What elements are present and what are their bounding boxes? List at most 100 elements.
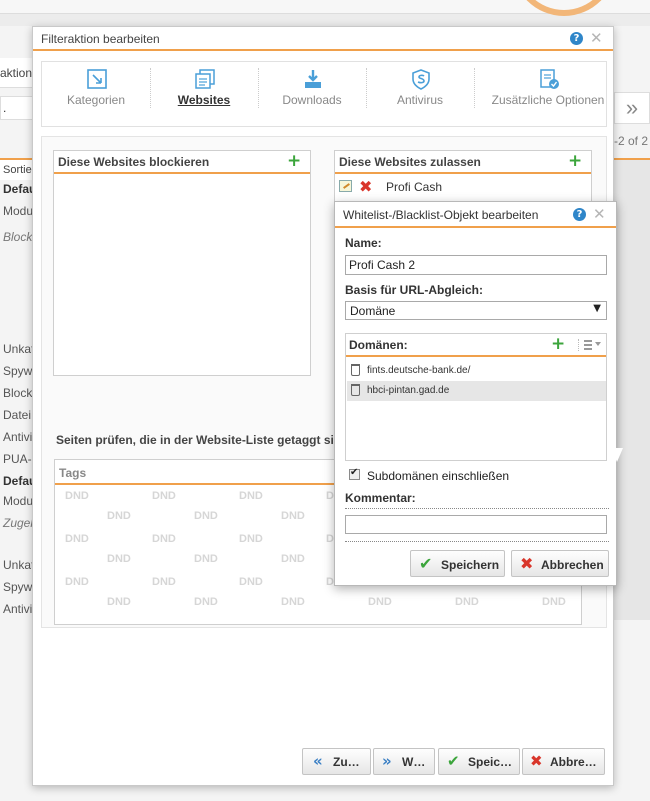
divider bbox=[345, 508, 609, 509]
dnd-tag[interactable]: DND bbox=[368, 596, 392, 608]
tab-separator bbox=[474, 68, 475, 108]
help-icon[interactable]: ? bbox=[573, 208, 586, 221]
basis-select[interactable]: Domäne ▼ bbox=[345, 301, 607, 320]
domain-text: hbci-pintan.gad.de bbox=[367, 385, 450, 396]
dnd-tag[interactable]: DND bbox=[152, 576, 176, 588]
dnd-tag[interactable]: DND bbox=[239, 576, 263, 588]
basis-label: Basis für URL-Abgleich: bbox=[345, 283, 484, 297]
back-button-label: Zu… bbox=[333, 755, 360, 769]
list-item[interactable]: hbci-pintan.gad.de bbox=[347, 381, 606, 401]
dnd-tag[interactable]: DND bbox=[152, 490, 176, 502]
subdialog-save-button[interactable]: ✔ Speichern bbox=[410, 550, 505, 577]
subdialog-title: Whitelist-/Blacklist-Objekt bearbeiten bbox=[343, 208, 539, 222]
table-header-sort[interactable]: Sortier bbox=[0, 158, 36, 180]
subdomains-label: Subdomänen einschließen bbox=[367, 469, 510, 483]
footer-save-button[interactable]: ✔ Speic… bbox=[438, 748, 520, 775]
dnd-tag[interactable]: DND bbox=[239, 533, 263, 545]
edit-icon[interactable] bbox=[339, 180, 352, 192]
footer-cancel-button[interactable]: ✖ Abbre… bbox=[522, 748, 605, 775]
dnd-tag[interactable]: DND bbox=[239, 490, 263, 502]
background-list-item: Antivi bbox=[3, 430, 33, 444]
save-button-label: Speic… bbox=[468, 755, 513, 769]
tab-label: Downloads bbox=[282, 93, 342, 107]
list-menu-icon[interactable] bbox=[578, 339, 601, 351]
subdialog-cancel-label: Abbrechen bbox=[541, 558, 604, 572]
pagination-range: -2 of 2 bbox=[614, 134, 649, 148]
dnd-tag[interactable]: DND bbox=[65, 533, 89, 545]
domains-title: Domänen: bbox=[349, 338, 408, 352]
dnd-tag[interactable]: DND bbox=[194, 553, 218, 565]
tab-downloads[interactable]: Downloads bbox=[258, 62, 366, 128]
list-item[interactable]: fints.deutsche-bank.de/ bbox=[347, 361, 606, 381]
close-icon[interactable]: ✕ bbox=[593, 207, 606, 222]
dnd-tag[interactable]: DND bbox=[281, 553, 305, 565]
background-list-item: Modu bbox=[3, 204, 34, 218]
add-domain-icon[interactable]: + bbox=[551, 336, 565, 353]
dnd-tag[interactable]: DND bbox=[281, 596, 305, 608]
block-list-header: Diese Websites blockieren + bbox=[54, 151, 310, 174]
next-button[interactable]: » W… bbox=[373, 748, 435, 775]
background-search-field[interactable]: . bbox=[0, 96, 36, 120]
comment-label: Kommentar: bbox=[345, 491, 416, 505]
next-button-label: W… bbox=[402, 755, 426, 769]
dialog-title: Filteraktion bearbeiten bbox=[41, 32, 160, 46]
tab-zusaetzliche-optionen[interactable]: Zusätzliche Optionen bbox=[488, 62, 608, 128]
dnd-tag[interactable]: DND bbox=[152, 533, 176, 545]
dialog-title-bar: Filteraktion bearbeiten ? ✕ bbox=[33, 27, 613, 51]
tab-label: Websites bbox=[177, 93, 231, 107]
dnd-tag[interactable]: DND bbox=[194, 596, 218, 608]
dnd-tag[interactable]: DND bbox=[107, 596, 131, 608]
subdialog-save-label: Speichern bbox=[441, 558, 500, 572]
tab-kategorien[interactable]: Kategorien bbox=[42, 62, 150, 128]
cancel-button-label: Abbre… bbox=[550, 755, 597, 769]
domain-text: fints.deutsche-bank.de/ bbox=[367, 365, 471, 376]
add-allow-icon[interactable]: + bbox=[568, 153, 582, 170]
subdomains-checkbox[interactable] bbox=[349, 467, 360, 480]
antivirus-icon bbox=[412, 69, 430, 90]
trash-icon[interactable] bbox=[351, 384, 360, 396]
dnd-tag[interactable]: DND bbox=[455, 596, 479, 608]
check-icon: ✔ bbox=[447, 752, 460, 770]
dnd-tag[interactable]: DND bbox=[194, 510, 218, 522]
close-icon[interactable]: ✕ bbox=[590, 31, 603, 46]
allow-list-title: Diese Websites zulassen bbox=[339, 155, 481, 169]
background-list-item: PUA- bbox=[3, 452, 32, 466]
comment-input[interactable] bbox=[345, 515, 607, 534]
cross-icon: ✖ bbox=[520, 554, 534, 573]
categories-icon bbox=[87, 69, 107, 89]
add-block-icon[interactable]: + bbox=[287, 153, 301, 170]
back-button[interactable]: « Zu… bbox=[302, 748, 371, 775]
check-icon: ✔ bbox=[419, 554, 433, 573]
allow-list-header: Diese Websites zulassen + bbox=[335, 151, 591, 174]
subdialog-cancel-button[interactable]: ✖ Abbrechen bbox=[511, 550, 609, 577]
list-item[interactable]: ✖ Profi Cash bbox=[337, 177, 587, 197]
name-input[interactable] bbox=[345, 255, 607, 275]
domains-list: Domänen: + fints.deutsche-bank.de/ hbci-… bbox=[345, 333, 607, 461]
next-page-button[interactable]: » bbox=[614, 92, 650, 124]
dnd-tag[interactable]: DND bbox=[107, 510, 131, 522]
background-list-item: Datei bbox=[3, 408, 32, 422]
tab-websites[interactable]: Websites bbox=[150, 62, 258, 128]
delete-icon[interactable]: ✖ bbox=[359, 177, 372, 196]
dnd-tag[interactable]: DND bbox=[65, 576, 89, 588]
domains-header: Domänen: + bbox=[346, 334, 606, 357]
trash-icon[interactable] bbox=[351, 364, 360, 376]
tab-antivirus[interactable]: Antivirus bbox=[366, 62, 474, 128]
double-left-icon: « bbox=[313, 752, 323, 770]
background-list-item: Block bbox=[3, 230, 33, 244]
tab-label: Zusätzliche Optionen bbox=[491, 93, 605, 107]
dnd-tag[interactable]: DND bbox=[542, 596, 566, 608]
dnd-tag[interactable]: DND bbox=[107, 553, 131, 565]
whitelist-object-dialog: Whitelist-/Blacklist-Objekt bearbeiten ?… bbox=[334, 201, 617, 586]
tab-label: Kategorien bbox=[66, 93, 126, 107]
dnd-tag[interactable]: DND bbox=[281, 510, 305, 522]
background-list-item: Block bbox=[3, 386, 33, 400]
divider bbox=[345, 541, 609, 542]
cross-icon: ✖ bbox=[530, 752, 543, 770]
options-icon bbox=[540, 69, 559, 89]
basis-selected-value: Domäne bbox=[350, 304, 396, 318]
dnd-tag[interactable]: DND bbox=[65, 490, 89, 502]
name-label: Name: bbox=[345, 236, 382, 250]
mouse-cursor bbox=[611, 448, 623, 462]
help-icon[interactable]: ? bbox=[570, 32, 583, 45]
